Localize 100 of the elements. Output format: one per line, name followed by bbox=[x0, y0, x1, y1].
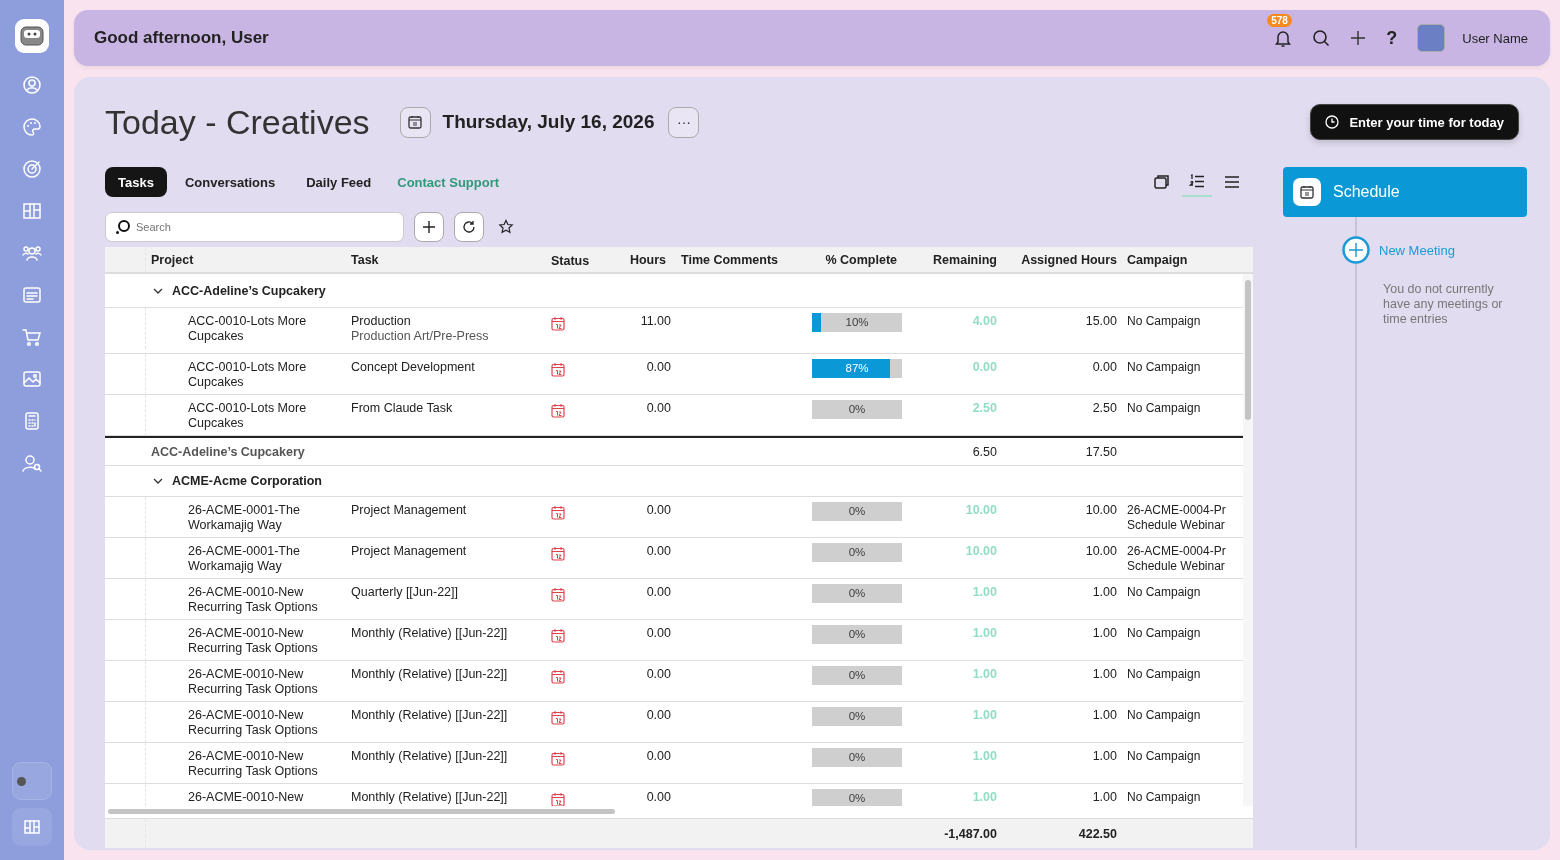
table-cell-text: Project Management bbox=[351, 544, 468, 559]
group-name: ACME-Acme Corporation bbox=[172, 474, 322, 488]
table-cell-text: 1.00 bbox=[971, 667, 998, 682]
search-field[interactable]: Search bbox=[105, 212, 404, 242]
table-cell-text: 0.00 bbox=[645, 585, 672, 600]
add-circle-icon[interactable] bbox=[1342, 236, 1370, 264]
table-cell-text: 2.50 bbox=[971, 401, 998, 416]
column-header[interactable]: Time Comments bbox=[676, 252, 801, 267]
calendar-icon[interactable] bbox=[551, 505, 565, 520]
table-cell-text: 26-ACME-0001-The Workamajig Way bbox=[187, 544, 301, 574]
table-cell-text: 0.00 bbox=[971, 360, 998, 375]
table-cell-text: 0.00 bbox=[645, 708, 672, 723]
board-icon[interactable] bbox=[22, 201, 42, 221]
calendar-icon[interactable] bbox=[551, 710, 565, 725]
star-icon[interactable] bbox=[498, 219, 514, 235]
search-icon[interactable] bbox=[1312, 29, 1331, 47]
calendar-icon[interactable] bbox=[551, 546, 565, 561]
tab[interactable]: Conversations bbox=[171, 167, 289, 197]
table-cell-text: 26-ACME-0010-New Recurring Task Options bbox=[187, 708, 319, 738]
column-header[interactable]: Assigned Hours bbox=[1001, 252, 1121, 267]
vertical-scrollbar[interactable] bbox=[1243, 274, 1253, 806]
table-cell-text: 11.00 bbox=[639, 314, 672, 329]
table-cell-text: 10.00 bbox=[964, 544, 998, 559]
table-cell-text: No Campaign bbox=[1127, 749, 1202, 764]
table-cell-text: Schedule Webinar bbox=[1127, 559, 1226, 574]
tab[interactable]: Daily Feed bbox=[293, 167, 385, 197]
calendar-icon bbox=[1300, 185, 1314, 199]
calendar-icon[interactable] bbox=[551, 362, 565, 377]
date-label: Thursday, July 16, 2026 bbox=[442, 111, 655, 133]
column-header[interactable]: Hours bbox=[600, 252, 676, 267]
robot-face-icon bbox=[20, 26, 44, 46]
add-button[interactable] bbox=[414, 212, 444, 242]
board-button[interactable] bbox=[12, 808, 52, 846]
chevron-icon[interactable] bbox=[153, 478, 163, 484]
table-cell-text: ACC-0010-Lots More Cupcakes bbox=[187, 401, 308, 431]
calendar-icon[interactable] bbox=[551, 792, 565, 806]
table-cell-text: 26-ACME-0004-Pr bbox=[1127, 544, 1227, 559]
chevron-icon[interactable] bbox=[153, 287, 163, 294]
percent-label: 0% bbox=[847, 586, 867, 601]
table-cell-text: 0.00 bbox=[645, 749, 672, 764]
calculator-icon[interactable] bbox=[22, 411, 42, 431]
target-icon[interactable] bbox=[22, 159, 42, 179]
table-cell-text: Production Art/Pre-Press bbox=[351, 329, 490, 344]
palette-icon[interactable] bbox=[22, 117, 42, 137]
table-cell-text: 1.00 bbox=[971, 749, 998, 764]
user-circle-icon[interactable] bbox=[22, 75, 42, 95]
table-cell-text: No Campaign bbox=[1127, 667, 1202, 682]
table-cell-text: 2.50 bbox=[1091, 401, 1118, 416]
theme-toggle[interactable] bbox=[12, 762, 52, 800]
table-cell-text: 1.00 bbox=[1091, 790, 1118, 805]
column-header[interactable]: Status bbox=[546, 251, 600, 268]
plus-icon[interactable] bbox=[1350, 30, 1367, 46]
refresh-icon bbox=[462, 220, 476, 234]
calendar-icon[interactable] bbox=[551, 316, 565, 331]
more-button[interactable]: ··· bbox=[668, 106, 700, 138]
app-logo[interactable] bbox=[15, 19, 49, 53]
table-cell-text: Monthly (Relative) [[Jun-22]] bbox=[351, 667, 509, 682]
greeting-text: Good afternoon, User bbox=[94, 28, 269, 48]
column-header[interactable]: % Complete bbox=[801, 252, 901, 267]
user-search-icon[interactable] bbox=[22, 453, 42, 473]
column-header[interactable]: Campaign bbox=[1121, 252, 1243, 267]
refresh-button[interactable] bbox=[454, 212, 484, 242]
document-icon[interactable] bbox=[22, 285, 42, 305]
table-cell-text: 26-ACME-0010-New Recurring Task Options bbox=[187, 626, 319, 656]
table-cell-text: No Campaign bbox=[1127, 585, 1202, 600]
people-icon[interactable] bbox=[22, 243, 42, 263]
calendar-icon bbox=[408, 115, 423, 129]
table-cell-text: 0.00 bbox=[645, 360, 672, 375]
column-header[interactable]: Remaining bbox=[901, 252, 1001, 267]
table-cell-text: 0.00 bbox=[645, 544, 672, 559]
user-name[interactable]: User Name bbox=[1462, 30, 1528, 46]
table-cell-text: 1.00 bbox=[1091, 708, 1118, 723]
table-cell-text: No Campaign bbox=[1127, 626, 1202, 641]
column-header[interactable]: Project bbox=[146, 252, 346, 267]
table-cell-text: 1.00 bbox=[1091, 749, 1118, 764]
table-cell-text: Concept Development bbox=[351, 360, 476, 375]
numbered-list-icon bbox=[1189, 173, 1205, 189]
cart-icon[interactable] bbox=[22, 327, 42, 347]
table-cell-text: No Campaign bbox=[1127, 708, 1202, 723]
empty-message: You do not currently have any meetings or time entries bbox=[1383, 282, 1504, 327]
column-header[interactable]: Task bbox=[346, 252, 546, 267]
calendar-icon[interactable] bbox=[551, 403, 565, 418]
calendar-icon[interactable] bbox=[551, 669, 565, 684]
calendar-icon[interactable] bbox=[551, 587, 565, 602]
calendar-button[interactable] bbox=[399, 106, 431, 138]
table-cell-text: 0.00 bbox=[645, 503, 672, 518]
schedule-title: Schedule bbox=[1333, 183, 1400, 201]
table-cell-text: 26-ACME-0004-Pr bbox=[1127, 503, 1227, 518]
table-cell-text: ACC-0010-Lots More Cupcakes bbox=[187, 360, 308, 390]
bell-icon[interactable] bbox=[1274, 29, 1293, 47]
tab[interactable]: Tasks bbox=[105, 167, 167, 197]
calendar-icon[interactable] bbox=[551, 628, 565, 643]
enter-time-button[interactable]: Enter your time for today bbox=[1310, 104, 1519, 140]
table-cell-text: 26-ACME-0010-New bbox=[187, 790, 305, 805]
calendar-icon[interactable] bbox=[551, 751, 565, 766]
table-cell-text: 10.00 bbox=[1084, 503, 1118, 518]
help-button[interactable]: ? bbox=[1386, 27, 1398, 49]
percent-label: 0% bbox=[847, 504, 867, 519]
image-icon[interactable] bbox=[22, 369, 42, 389]
clock-icon bbox=[1325, 115, 1340, 129]
